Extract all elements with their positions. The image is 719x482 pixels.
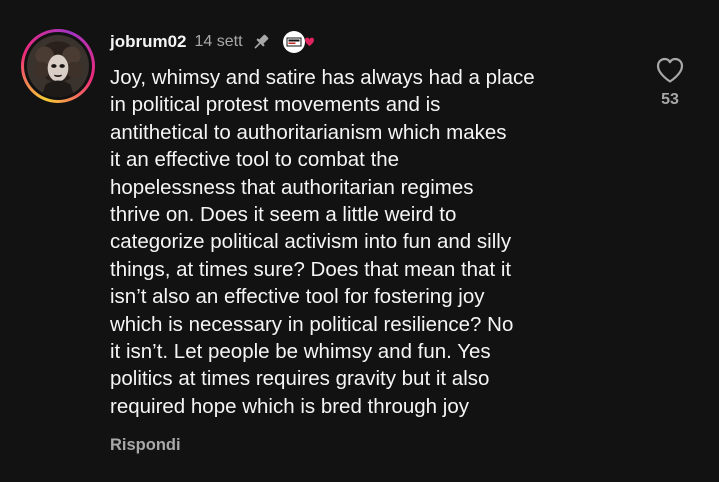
comment-text: Joy, whimsy and satire has always had a … — [110, 66, 535, 418]
avatar-image — [27, 35, 89, 97]
avatar[interactable] — [21, 29, 95, 103]
pin-icon — [253, 34, 268, 49]
like-count: 53 — [661, 91, 679, 108]
reply-button[interactable]: Rispondi — [110, 436, 181, 455]
avatar-frame — [24, 32, 92, 100]
username[interactable]: jobrum02 — [110, 32, 187, 52]
heart-icon[interactable] — [655, 56, 685, 84]
like-area: 53 — [650, 56, 690, 109]
comment: jobrum02 14 sett Joy, whimsy and satire … — [0, 0, 719, 482]
creator-badge-icon — [282, 31, 314, 53]
timestamp[interactable]: 14 sett — [195, 33, 243, 51]
comment-header: jobrum02 14 sett — [110, 30, 317, 54]
